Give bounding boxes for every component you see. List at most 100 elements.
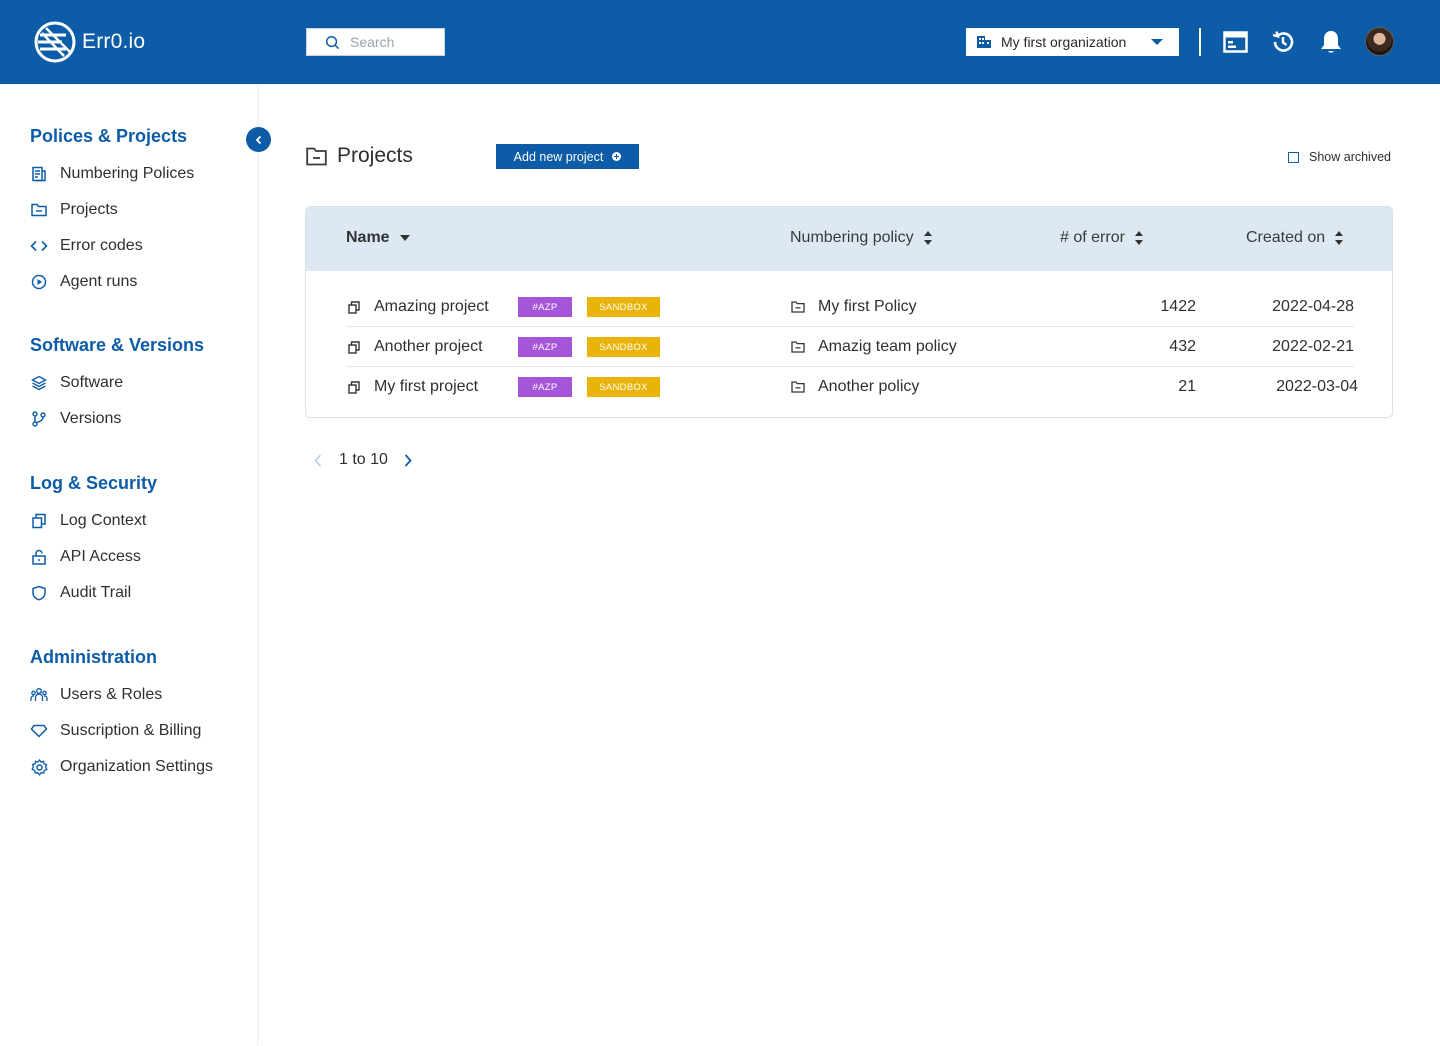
copy-icon (348, 380, 360, 394)
created-on-date: 2022-04-28 (1272, 298, 1354, 315)
table-row[interactable]: Another project #AZP SANDBOX Amazig team… (346, 327, 1354, 367)
error-count: 21 (1178, 378, 1196, 395)
search-input[interactable] (350, 34, 440, 50)
browser-window-button[interactable] (1222, 29, 1248, 55)
created-on-date: 2022-03-04 (1276, 378, 1358, 395)
show-archived-checkbox[interactable]: Show archived (1288, 150, 1391, 164)
table-header: Name Numbering policy # of error Created… (306, 207, 1392, 271)
sidebar-item-label: Numbering Polices (60, 165, 195, 182)
folder-icon (791, 301, 805, 313)
project-name[interactable]: My first project (374, 367, 478, 407)
folder-icon (306, 147, 327, 165)
chevron-down-icon (1151, 39, 1163, 45)
numbering-policy-link[interactable]: Amazig team policy (818, 327, 957, 367)
previous-page-button[interactable] (312, 450, 324, 470)
project-copy-icon[interactable] (348, 327, 360, 367)
browser-window-icon (1222, 31, 1248, 53)
sidebar-item-error-codes[interactable]: Error codes (30, 234, 143, 258)
search-box[interactable] (306, 28, 445, 56)
layers-icon (30, 374, 48, 392)
sidebar-item-label: Software (60, 374, 124, 391)
chevron-left-icon (314, 453, 322, 467)
show-archived-label: Show archived (1309, 150, 1391, 164)
next-page-button[interactable] (402, 450, 414, 470)
project-tag: #AZP (518, 337, 572, 357)
numbering-policy-link[interactable]: My first Policy (818, 287, 917, 327)
page-title: Projects (337, 144, 413, 167)
organization-name: My first organization (1001, 34, 1127, 50)
sidebar-item-label: Users & Roles (60, 686, 163, 703)
policy-folder-icon (791, 367, 805, 407)
chevron-right-icon (404, 453, 412, 467)
policy-folder-icon (791, 327, 805, 367)
project-name[interactable]: Another project (374, 327, 483, 367)
sidebar-item-organization-settings[interactable]: Organization Settings (30, 755, 213, 779)
page-header: Projects (306, 144, 413, 168)
document-list-icon (30, 165, 48, 183)
sidebar-collapse-button[interactable] (246, 127, 271, 152)
user-avatar[interactable] (1365, 27, 1394, 56)
plus-circle-icon (612, 152, 622, 161)
git-branch-icon (30, 410, 48, 428)
column-header-label: Created on (1246, 229, 1326, 246)
column-header-name[interactable]: Name (346, 229, 410, 247)
chevron-left-icon (255, 135, 261, 144)
column-header-numbering-policy[interactable]: Numbering policy (790, 229, 932, 247)
gear-icon (30, 758, 48, 776)
sidebar-item-audit-trail[interactable]: Audit Trail (30, 581, 131, 605)
project-copy-icon[interactable] (348, 367, 360, 407)
pagination-range: 1 to 10 (339, 451, 388, 468)
error-count: 1422 (1160, 298, 1196, 315)
logo[interactable]: Err0.io (32, 19, 145, 65)
add-new-project-button[interactable]: Add new project (496, 144, 639, 169)
shield-icon (30, 584, 48, 602)
project-copy-icon[interactable] (348, 287, 360, 327)
project-name[interactable]: Amazing project (374, 287, 489, 327)
sidebar-item-label: Agent runs (60, 273, 138, 290)
sidebar-item-projects[interactable]: Projects (30, 198, 118, 222)
sidebar-item-subscription-billing[interactable]: Suscription & Billing (30, 719, 201, 743)
sort-icon (923, 231, 932, 245)
column-header-label: # of error (1060, 229, 1125, 246)
column-header-error-count[interactable]: # of error (1060, 229, 1143, 247)
error-count: 432 (1169, 338, 1196, 355)
environment-badge: SANDBOX (587, 337, 660, 357)
organization-select[interactable]: My first organization (966, 28, 1179, 56)
sidebar-item-numbering-polices[interactable]: Numbering Polices (30, 162, 194, 186)
section-title-polices-projects: Polices & Projects (30, 126, 188, 146)
sidebar-item-log-context[interactable]: Log Context (30, 509, 146, 533)
column-header-label: Numbering policy (790, 229, 914, 246)
folder-icon (30, 201, 48, 219)
sort-icon (1134, 231, 1143, 245)
building-icon (977, 36, 991, 48)
table-row[interactable]: My first project #AZP SANDBOX Another po… (346, 367, 1358, 407)
search-icon (325, 35, 340, 49)
history-button[interactable] (1270, 29, 1296, 55)
section-title-log-security: Log & Security (30, 473, 158, 493)
sidebar-item-api-access[interactable]: API Access (30, 545, 141, 569)
folder-icon (791, 341, 805, 353)
sidebar-item-label: Error codes (60, 237, 143, 254)
users-icon (30, 686, 48, 704)
table-row[interactable]: Amazing project #AZP SANDBOX My first Po… (346, 287, 1354, 327)
sidebar-item-versions[interactable]: Versions (30, 407, 121, 431)
sidebar-item-users-roles[interactable]: Users & Roles (30, 683, 162, 707)
header-divider (1199, 28, 1201, 56)
folder-icon (791, 381, 805, 393)
code-brackets-icon (30, 237, 48, 255)
created-on-date: 2022-02-21 (1272, 338, 1354, 355)
project-tag: #AZP (518, 297, 572, 317)
section-title-administration: Administration (30, 647, 158, 667)
sidebar-item-label: Audit Trail (60, 584, 132, 601)
sidebar-item-software[interactable]: Software (30, 371, 123, 395)
column-header-created-on[interactable]: Created on (1246, 229, 1344, 247)
history-icon (1272, 31, 1294, 52)
environment-badge: SANDBOX (587, 297, 660, 317)
sidebar-item-agent-runs[interactable]: Agent runs (30, 270, 137, 294)
notifications-button[interactable] (1318, 29, 1344, 55)
projects-table: Name Numbering policy # of error Created… (305, 206, 1393, 418)
checkbox-box[interactable] (1288, 151, 1299, 163)
add-new-project-label: Add new project (513, 149, 604, 164)
numbering-policy-link[interactable]: Another policy (818, 367, 919, 407)
project-tag: #AZP (518, 377, 572, 397)
